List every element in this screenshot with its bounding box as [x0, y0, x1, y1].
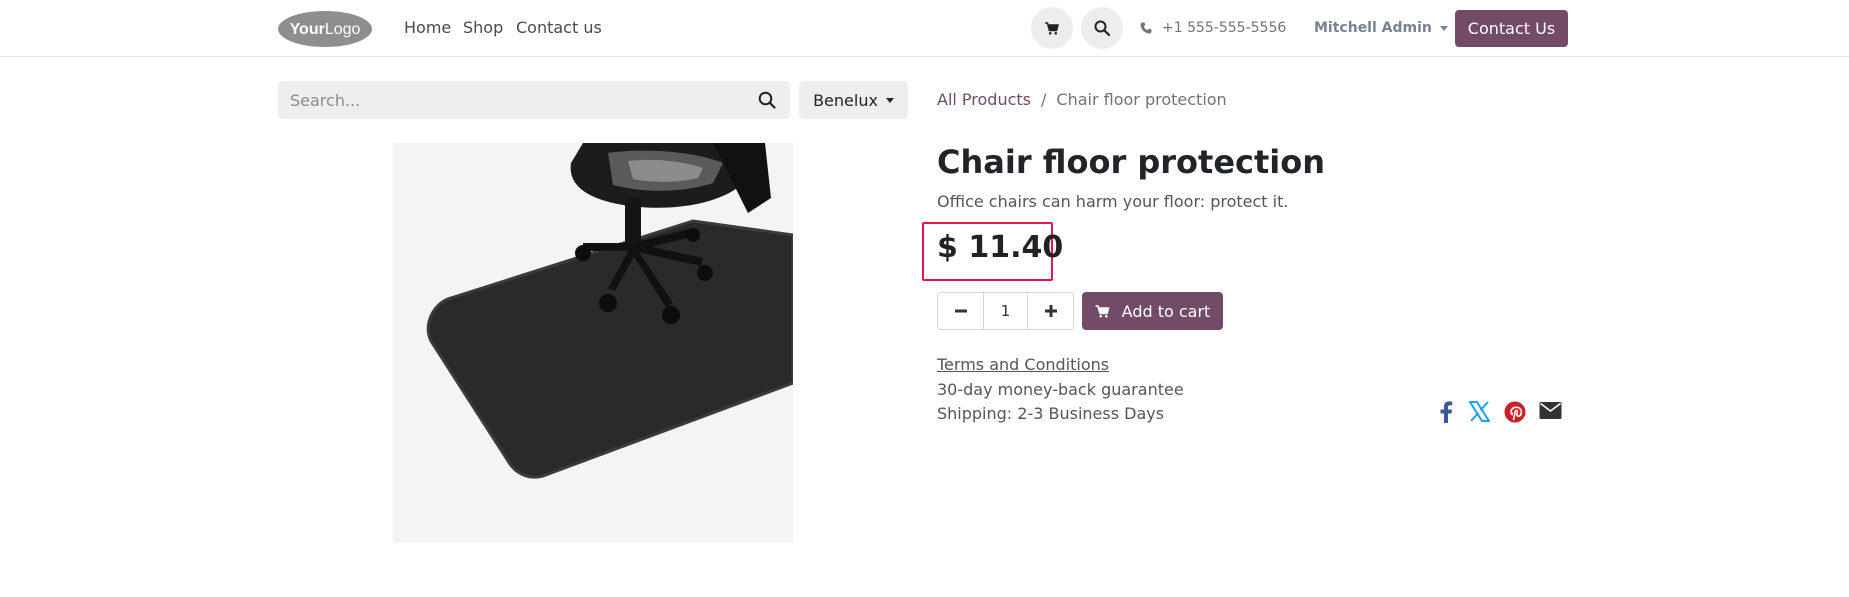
product-price: $ 11.40 — [937, 230, 1064, 265]
pricelist-selected: Benelux — [813, 90, 878, 110]
svg-text:YourLogo: YourLogo — [290, 21, 361, 38]
add-to-cart-button[interactable]: Add to cart — [1082, 292, 1223, 330]
cart-icon — [1045, 21, 1059, 35]
phone-number: +1 555-555-5556 — [1162, 20, 1287, 36]
search-submit-icon[interactable] — [758, 91, 776, 109]
breadcrumb-separator: / — [1041, 90, 1047, 109]
contact-us-button[interactable]: Contact Us — [1455, 10, 1568, 47]
cart-icon — [1095, 304, 1110, 318]
search-toggle-button[interactable] — [1081, 7, 1123, 49]
product-title: Chair floor protection — [937, 143, 1326, 181]
quantity-increase-button[interactable] — [1028, 293, 1073, 329]
shipping-text: Shipping: 2-3 Business Days — [937, 404, 1165, 423]
site-logo[interactable]: YourLogo — [277, 9, 373, 48]
nav-shop[interactable]: Shop — [463, 18, 503, 37]
facebook-icon[interactable] — [1439, 401, 1453, 423]
user-name: Mitchell Admin — [1314, 20, 1432, 36]
cart-button[interactable] — [1031, 7, 1073, 49]
quantity-decrease-button[interactable] — [938, 293, 983, 329]
chair-mat-image — [393, 143, 793, 543]
quantity-input[interactable]: 1 — [983, 293, 1028, 329]
logo-logo: Logo — [325, 21, 361, 38]
add-to-cart-label: Add to cart — [1121, 301, 1211, 321]
phone-link[interactable]: +1 555-555-5556 — [1140, 20, 1286, 36]
search-icon — [1094, 20, 1110, 36]
x-twitter-icon[interactable] — [1469, 401, 1490, 422]
breadcrumb-all-products[interactable]: All Products — [937, 90, 1031, 109]
phone-icon — [1140, 22, 1152, 34]
breadcrumb: All Products / Chair floor protection — [937, 90, 1227, 109]
user-menu[interactable]: Mitchell Admin — [1314, 20, 1448, 36]
guarantee-text: 30-day money-back guarantee — [937, 380, 1184, 399]
pricelist-dropdown[interactable]: Benelux — [799, 81, 908, 119]
product-description: Office chairs can harm your floor: prote… — [937, 192, 1289, 211]
terms-link[interactable]: Terms and Conditions — [937, 355, 1109, 374]
email-icon[interactable] — [1539, 401, 1562, 420]
search-input[interactable] — [278, 81, 718, 119]
logo-your: Your — [290, 21, 325, 38]
minus-icon — [954, 309, 967, 313]
breadcrumb-current: Chair floor protection — [1056, 90, 1227, 109]
quantity-stepper: 1 — [937, 292, 1074, 330]
top-navbar: YourLogo Home Shop Contact us +1 555-555… — [0, 0, 1849, 57]
nav-contact-us[interactable]: Contact us — [516, 18, 602, 37]
product-search — [278, 81, 790, 119]
pinterest-icon[interactable] — [1504, 401, 1526, 423]
chevron-down-icon — [885, 97, 894, 103]
product-image[interactable] — [393, 143, 793, 543]
nav-home[interactable]: Home — [404, 18, 451, 37]
plus-icon — [1044, 305, 1057, 317]
chevron-down-icon — [1439, 25, 1448, 31]
